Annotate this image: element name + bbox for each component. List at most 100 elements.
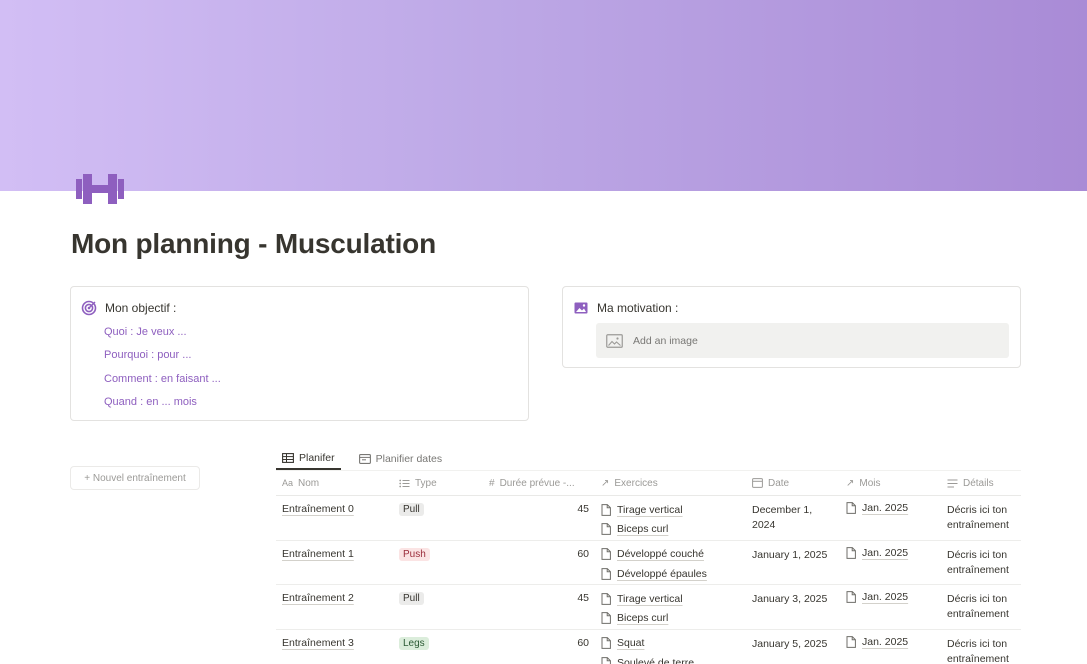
cell-month[interactable]: Jan. 2025 <box>840 630 941 664</box>
details-line: Décris ici ton <box>947 637 1008 650</box>
table-icon <box>282 452 294 463</box>
objective-heading-row: Mon objectif : <box>81 300 176 316</box>
cell-duration[interactable]: 60 <box>483 630 595 664</box>
cell-duration[interactable]: 45 <box>483 496 595 540</box>
arrow-icon: ↗ <box>846 477 855 489</box>
image-icon[interactable] <box>573 300 589 316</box>
motivation-callout[interactable]: Ma motivation : Add an image <box>562 286 1021 368</box>
tab-planifer-label: Planifer <box>299 451 335 464</box>
cell-duration[interactable]: 60 <box>483 541 595 585</box>
column-header-details[interactable]: Détails <box>941 478 1021 489</box>
target-icon[interactable] <box>81 300 97 316</box>
page-icon <box>601 612 611 625</box>
workout-name[interactable]: Entraînement 3 <box>282 637 354 649</box>
cell-date[interactable]: January 5, 2025 <box>746 630 840 664</box>
new-workout-button[interactable]: + Nouvel entraînement <box>70 466 200 490</box>
details-line: entraînement <box>947 519 1009 531</box>
type-tag: Legs <box>399 636 429 650</box>
calendar-icon <box>752 478 763 488</box>
column-header-duree[interactable]: # Durée prévue -... <box>483 478 595 489</box>
objective-callout[interactable]: Mon objectif : Quoi : Je veux ... Pourqu… <box>70 286 529 421</box>
image-placeholder-icon <box>606 333 623 348</box>
objective-line-what[interactable]: Quoi : Je veux ... <box>104 325 221 348</box>
objective-lines: Quoi : Je veux ... Pourquoi : pour ... C… <box>104 325 221 419</box>
column-header-mois[interactable]: ↗ Mois <box>840 478 941 489</box>
objective-line-how[interactable]: Comment : en faisant ... <box>104 372 221 395</box>
cell-month[interactable]: Jan. 2025 <box>840 496 941 540</box>
table-row[interactable]: Entraînement 3 Legs 60 Squat Soulevé de terr… <box>276 630 1021 664</box>
column-header-exercices[interactable]: ↗ Exercices <box>595 478 746 489</box>
cell-duration[interactable]: 45 <box>483 585 595 629</box>
column-header-nom[interactable]: Aa Nom <box>276 478 393 489</box>
page-icon <box>846 546 856 559</box>
motivation-heading: Ma motivation : <box>597 301 679 315</box>
exercise-link[interactable]: Développé épaules <box>601 564 740 584</box>
cell-type[interactable]: Pull <box>393 585 483 629</box>
exercise-link[interactable]: Tirage vertical <box>601 500 740 520</box>
list-icon <box>399 479 410 487</box>
table-row[interactable]: Entraînement 2 Pull 45 Tirage vertical Bicep… <box>276 585 1021 630</box>
cell-name[interactable]: Entraînement 2 <box>276 585 393 629</box>
exercise-link[interactable]: Biceps curl <box>601 609 740 629</box>
cell-type[interactable]: Pull <box>393 496 483 540</box>
cell-exercises[interactable]: Tirage vertical Biceps curl <box>595 585 746 629</box>
motivation-heading-row: Ma motivation : <box>573 300 678 316</box>
page-icon <box>601 503 611 516</box>
page-title[interactable]: Mon planning - Musculation <box>71 228 436 260</box>
cell-month[interactable]: Jan. 2025 <box>840 585 941 629</box>
cell-name[interactable]: Entraînement 1 <box>276 541 393 585</box>
cell-exercises[interactable]: Tirage vertical Biceps curl <box>595 496 746 540</box>
text-icon <box>947 479 958 487</box>
cell-date[interactable]: January 1, 2025 <box>746 541 840 585</box>
exercise-link[interactable]: Tirage vertical <box>601 589 740 609</box>
page-icon <box>601 592 611 605</box>
add-image-placeholder[interactable]: Add an image <box>596 323 1009 358</box>
workout-name[interactable]: Entraînement 2 <box>282 592 354 604</box>
details-line: entraînement <box>947 608 1009 620</box>
exercise-link[interactable]: Développé couché <box>601 545 740 565</box>
page-icon <box>601 567 611 580</box>
month-link[interactable]: Jan. 2025 <box>846 636 935 648</box>
cell-date[interactable]: January 3, 2025 <box>746 585 840 629</box>
page-icon <box>846 502 856 514</box>
exercise-link[interactable]: Biceps curl <box>601 520 740 540</box>
month-link[interactable]: Jan. 2025 <box>846 502 935 514</box>
tab-planifer[interactable]: Planifer <box>276 447 341 470</box>
cell-name[interactable]: Entraînement 0 <box>276 496 393 540</box>
page-icon <box>601 637 611 650</box>
cell-date[interactable]: December 1, 2024 <box>746 496 840 540</box>
cell-details[interactable]: Décris ici ton entraînement <box>941 496 1021 540</box>
workouts-table: Aa Nom Type # Durée prévue -... ↗ Exerci… <box>276 470 1021 664</box>
table-header: Aa Nom Type # Durée prévue -... ↗ Exerci… <box>276 470 1021 496</box>
cell-exercises[interactable]: Squat Soulevé de terre <box>595 630 746 664</box>
page-cover[interactable] <box>0 0 1087 191</box>
cell-details[interactable]: Décris ici ton entraînement <box>941 630 1021 664</box>
month-link[interactable]: Jan. 2025 <box>846 547 935 559</box>
tab-planifier-dates[interactable]: Planifier dates <box>353 447 449 470</box>
cell-details[interactable]: Décris ici ton entraînement <box>941 541 1021 585</box>
cell-type[interactable]: Legs <box>393 630 483 664</box>
type-tag: Push <box>399 547 430 561</box>
workout-name[interactable]: Entraînement 1 <box>282 548 354 560</box>
column-header-date[interactable]: Date <box>746 478 840 489</box>
cell-name[interactable]: Entraînement 3 <box>276 630 393 664</box>
dumbbell-icon[interactable] <box>74 172 126 206</box>
objective-line-when[interactable]: Quand : en ... mois <box>104 395 221 418</box>
objective-heading: Mon objectif : <box>105 301 177 315</box>
table-row[interactable]: Entraînement 0 Pull 45 Tirage vertical Bicep… <box>276 496 1021 541</box>
table-row[interactable]: Entraînement 1 Push 60 Développé couché Déve… <box>276 541 1021 585</box>
objective-line-why[interactable]: Pourquoi : pour ... <box>104 348 221 371</box>
column-header-type[interactable]: Type <box>393 478 483 489</box>
cell-month[interactable]: Jan. 2025 <box>840 541 941 585</box>
month-link[interactable]: Jan. 2025 <box>846 591 935 603</box>
cell-type[interactable]: Push <box>393 541 483 585</box>
type-tag: Pull <box>399 503 424 516</box>
type-tag: Pull <box>399 592 424 605</box>
cell-details[interactable]: Décris ici ton entraînement <box>941 585 1021 629</box>
page-icon <box>601 656 611 664</box>
cell-exercises[interactable]: Développé couché Développé épaules <box>595 541 746 585</box>
add-image-label: Add an image <box>633 334 698 347</box>
workout-name[interactable]: Entraînement 0 <box>282 503 354 515</box>
exercise-link[interactable]: Soulevé de terre <box>601 653 740 664</box>
exercise-link[interactable]: Squat <box>601 634 740 654</box>
